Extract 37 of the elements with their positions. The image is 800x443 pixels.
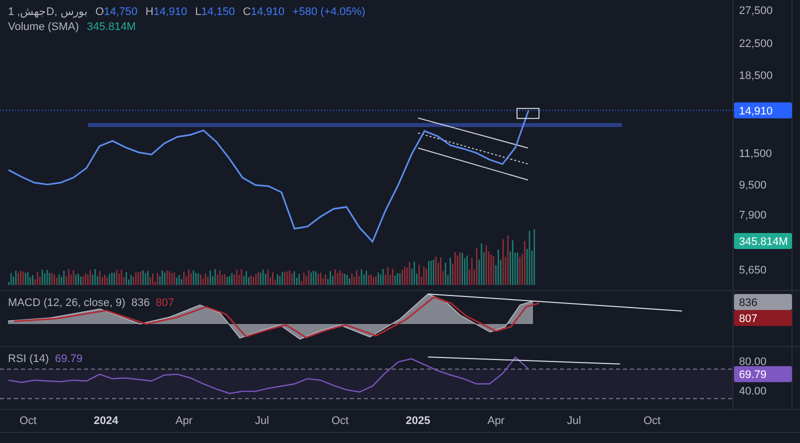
time-axis-label: Apr bbox=[175, 415, 193, 427]
ohlc-value: H14,910 bbox=[146, 6, 188, 18]
ohlc-value: L14,150 bbox=[195, 6, 235, 18]
symbol-label: جهش, 1D, بورس bbox=[8, 5, 88, 18]
rsi-label: RSI (14) bbox=[8, 353, 49, 365]
macd-label: MACD (12, 26, close, 9) bbox=[8, 297, 126, 309]
time-axis-label: Jul bbox=[566, 415, 582, 427]
time-axis-label: Oct bbox=[19, 415, 37, 427]
volume-badge: 345.814M bbox=[734, 233, 792, 249]
macd-badge: 836 bbox=[734, 294, 792, 310]
time-axis-label: Apr bbox=[487, 415, 505, 427]
price-badge: 14,910 bbox=[734, 102, 792, 118]
axis-label: 80.00 bbox=[739, 356, 767, 368]
macd-value: 836 bbox=[131, 297, 150, 309]
axis-label: 27,500 bbox=[739, 5, 773, 17]
change-value: +580 (+4.05%) bbox=[292, 6, 366, 18]
signal-badge: 807 bbox=[734, 310, 792, 326]
time-axis-label: 2024 bbox=[94, 415, 118, 427]
time-axis-label: Oct bbox=[331, 415, 349, 427]
axis-label: 11,500 bbox=[739, 148, 772, 160]
axis-label: 18,500 bbox=[739, 70, 773, 82]
time-axis-label: 2025 bbox=[406, 415, 430, 427]
time-axis-label: Oct bbox=[643, 415, 661, 427]
ohlc-value: C14,910 bbox=[242, 6, 285, 18]
axis-label: 9,500 bbox=[739, 179, 767, 192]
rsi-badge: 69.79 bbox=[734, 366, 792, 382]
axis-label: 40.00 bbox=[739, 385, 767, 398]
ohlc-value: O14,750 bbox=[95, 6, 138, 18]
time-axis-label: Jul bbox=[254, 415, 270, 427]
volume-value: 345.814M bbox=[86, 21, 136, 33]
volume-label: Volume (SMA) bbox=[8, 21, 79, 33]
marker-box bbox=[516, 108, 540, 119]
rsi-value: 69.79 bbox=[54, 353, 82, 365]
axis-label: 7,900 bbox=[739, 210, 767, 222]
signal-value: 807 bbox=[156, 297, 174, 309]
axis-label: 22,500 bbox=[739, 38, 773, 50]
axis-label: 5,650 bbox=[739, 264, 767, 277]
